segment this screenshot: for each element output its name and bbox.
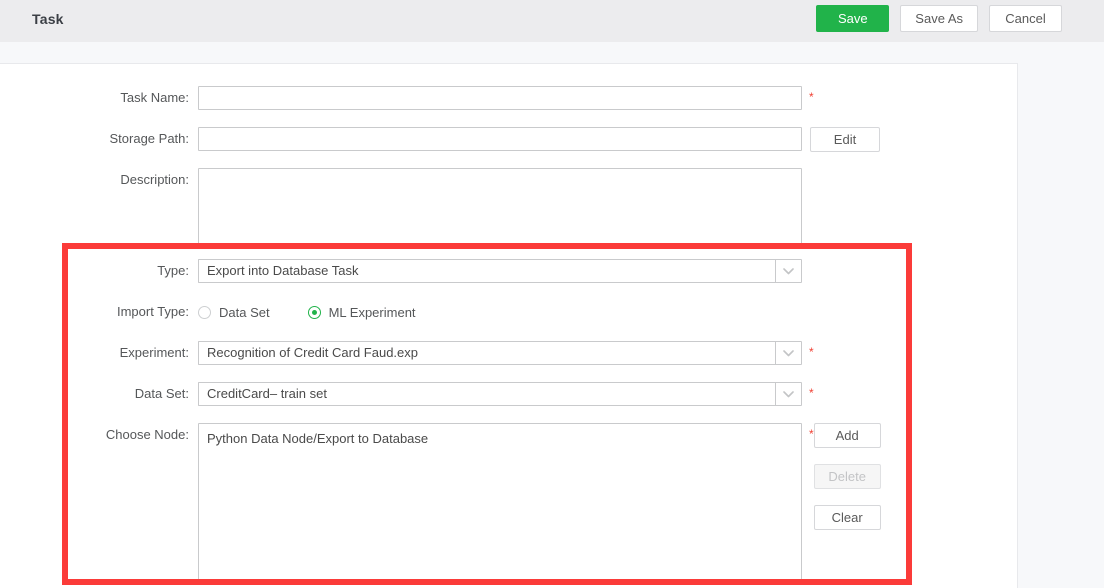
type-select[interactable]: Export into Database Task (198, 259, 802, 283)
task-form-panel: Task Name: * Storage Path: Edit Descript… (0, 63, 1018, 588)
choose-node-buttons: Add Delete Clear (813, 423, 881, 530)
radio-ml-experiment-label: ML Experiment (328, 304, 416, 320)
radio-data-set[interactable]: Data Set (198, 305, 270, 320)
experiment-label: Experiment: (119, 345, 189, 360)
task-name-required-marker: * (809, 90, 814, 104)
choose-node-control: * Add Delete Clear (198, 423, 881, 581)
description-label: Description: (120, 172, 189, 187)
cancel-button[interactable]: Cancel (989, 5, 1062, 32)
radio-unchecked-icon (198, 305, 211, 319)
task-name-label: Task Name: (120, 90, 189, 105)
experiment-required-marker: * (809, 345, 814, 359)
data-set-select-value: CreditCard– train set (198, 382, 775, 406)
type-label: Type: (157, 263, 189, 278)
choose-node-textarea[interactable] (198, 423, 802, 581)
data-set-required-marker: * (809, 386, 814, 400)
import-type-radio-group: Data Set ML Experiment (198, 300, 454, 324)
field-row-data-set: Data Set: CreditCard– train set * (98, 382, 814, 406)
choose-node-label: Choose Node: (105, 427, 189, 442)
description-control (198, 168, 802, 244)
radio-checked-icon (307, 305, 321, 319)
import-type-label: Import Type: (116, 304, 189, 319)
experiment-control: Recognition of Credit Card Faud.exp * (198, 341, 814, 365)
field-row-choose-node: Choose Node: * Add Delete Clear (98, 423, 881, 581)
experiment-select-value: Recognition of Credit Card Faud.exp (198, 341, 775, 365)
data-set-control: CreditCard– train set * (198, 382, 814, 406)
page-header: Task Save Save As Cancel (0, 0, 1104, 42)
save-button[interactable]: Save (816, 5, 890, 32)
type-select-value: Export into Database Task (198, 259, 775, 283)
save-as-button[interactable]: Save As (900, 5, 978, 32)
data-set-label: Data Set: (134, 386, 189, 401)
radio-ml-experiment[interactable]: ML Experiment (307, 304, 416, 320)
storage-path-input[interactable] (198, 127, 802, 151)
add-node-button[interactable]: Add (813, 423, 881, 448)
delete-node-button: Delete (813, 464, 881, 489)
task-name-input[interactable] (198, 86, 802, 110)
radio-data-set-label: Data Set (219, 304, 270, 320)
chevron-down-icon[interactable] (775, 341, 802, 365)
clear-node-button[interactable]: Clear (813, 505, 881, 530)
field-row-experiment: Experiment: Recognition of Credit Card F… (98, 341, 814, 365)
data-set-select[interactable]: CreditCard– train set (198, 382, 802, 406)
page-title: Task (32, 11, 64, 27)
field-row-storage-path: Storage Path: Edit (98, 127, 880, 152)
task-name-control: * (198, 86, 814, 110)
chevron-down-icon[interactable] (775, 259, 802, 283)
field-row-import-type: Import Type: Data Set ML Experiment (98, 300, 454, 324)
storage-path-control: Edit (198, 127, 880, 152)
field-row-description: Description: (98, 168, 802, 244)
storage-path-label: Storage Path: (109, 131, 190, 146)
field-row-task-name: Task Name: * (98, 86, 814, 110)
experiment-select[interactable]: Recognition of Credit Card Faud.exp (198, 341, 802, 365)
description-textarea[interactable] (198, 168, 802, 244)
header-actions: Save Save As Cancel (816, 5, 1062, 32)
chevron-down-icon[interactable] (775, 382, 802, 406)
field-row-type: Type: Export into Database Task (98, 259, 802, 283)
import-type-control: Data Set ML Experiment (198, 300, 454, 324)
storage-path-edit-button[interactable]: Edit (810, 127, 880, 152)
type-control: Export into Database Task (198, 259, 802, 283)
